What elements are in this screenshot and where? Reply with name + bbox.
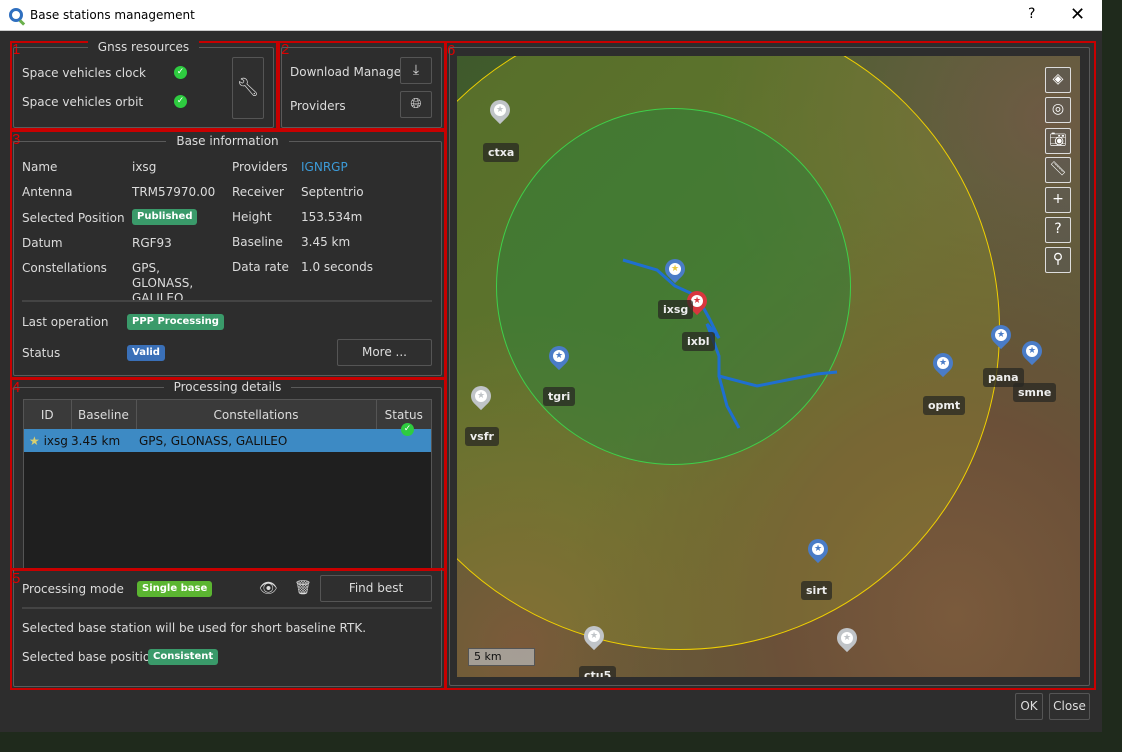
group-title: Gnss resources <box>87 40 200 54</box>
help-icon[interactable]: ? <box>1045 217 1071 243</box>
selected-position-label: Selected Position <box>22 211 125 225</box>
mode-note: Selected base station will be used for s… <box>22 621 367 635</box>
datum-label: Datum <box>22 236 63 250</box>
row-baseline: 3.45 km <box>71 433 121 448</box>
wrench-icon: 🔧︎ <box>236 77 260 98</box>
data-rate-label: Data rate <box>232 260 289 274</box>
processing-table: ID Baseline Constellations Status ★ ixsg… <box>23 399 432 569</box>
eye-icon[interactable]: 👁︎ <box>259 579 278 597</box>
locate-icon[interactable]: ◎ <box>1045 97 1071 123</box>
divider <box>22 300 432 302</box>
status-label: Status <box>22 346 61 360</box>
station-label[interactable]: ixbl <box>682 332 715 351</box>
column-header-baseline[interactable]: Baseline <box>71 400 137 429</box>
station-label[interactable]: tgri <box>543 387 576 406</box>
close-button[interactable]: Close <box>1049 693 1090 720</box>
receiver-value: Septentrio <box>301 185 364 199</box>
base-position-label: Selected base position: <box>22 650 162 664</box>
last-operation-label: Last operation <box>22 315 109 329</box>
providers-link[interactable]: IGNRGP <box>301 160 348 174</box>
dialog-window: Base stations management ? ✕ 1 Gnss reso… <box>0 0 1102 732</box>
window-title: Base stations management <box>30 8 195 22</box>
ruler-icon[interactable]: 📏︎ <box>1045 157 1071 183</box>
group-title: Base information <box>166 134 289 148</box>
base-position-badge: Consistent <box>148 649 219 665</box>
download-manager-label: Download Manager <box>290 65 407 79</box>
wrench-button[interactable]: 🔧︎ <box>232 57 264 119</box>
baseline-tracks <box>622 258 838 429</box>
check-icon: ✓ <box>401 423 414 436</box>
close-window-button[interactable]: ✕ <box>1070 4 1085 25</box>
antenna-value: TRM57970.00 <box>132 185 216 199</box>
station-label[interactable]: smne <box>1013 383 1057 402</box>
height-label: Height <box>232 210 272 224</box>
processing-mode-label: Processing mode <box>22 582 124 596</box>
check-icon: ✓ <box>174 95 187 108</box>
receiver-label: Receiver <box>232 185 284 199</box>
selected-position-badge: Published <box>132 209 198 225</box>
star-icon[interactable]: ★ <box>29 434 40 448</box>
station-label[interactable]: ctu5 <box>579 666 617 677</box>
globe-icon: 🌐︎ <box>410 96 422 112</box>
orbit-label: Space vehicles orbit <box>22 95 144 109</box>
download-manager-button[interactable]: ⤓ <box>400 57 432 84</box>
station-label[interactable]: opmt <box>923 396 966 415</box>
group-title: Processing details <box>163 380 292 394</box>
providers-button[interactable]: 🌐︎ <box>400 91 432 118</box>
title-bar: Base stations management ? ✕ <box>0 0 1102 31</box>
section-number: 5 <box>12 570 21 587</box>
station-label[interactable]: ctxa <box>483 143 520 162</box>
camera-icon[interactable]: 📷︎ <box>1045 128 1071 154</box>
name-label: Name <box>22 160 58 174</box>
providers-label: Providers <box>290 99 346 113</box>
row-constellations: GPS, GLONASS, GALILEO <box>139 433 288 448</box>
help-button[interactable]: ? <box>1028 6 1035 22</box>
constellations-label: Constellations <box>22 261 107 275</box>
height-value: 153.534m <box>301 210 363 224</box>
plus-icon[interactable]: + <box>1045 187 1071 213</box>
baseline-label: Baseline <box>232 235 283 249</box>
table-row[interactable]: ★ ixsg 3.45 km GPS, GLONASS, GALILEO ✓ <box>24 423 431 452</box>
row-id: ixsg <box>43 433 68 448</box>
layers-icon[interactable]: ◈ <box>1045 67 1071 93</box>
name-value: ixsg <box>132 160 157 174</box>
antenna-label: Antenna <box>22 185 73 199</box>
map-view[interactable]: ★ ctxa ★ ★ ixsg ixbl ★ tgri ★ vsfr ★ opm… <box>457 56 1080 677</box>
column-header-constellations[interactable]: Constellations <box>136 400 377 429</box>
station-label[interactable]: sirt <box>801 581 833 600</box>
status-badge: Valid <box>127 345 165 361</box>
scale-bar: 5 km <box>468 648 535 666</box>
ok-button[interactable]: OK <box>1015 693 1043 720</box>
column-header-id[interactable]: ID <box>24 400 72 429</box>
station-label[interactable]: vsfr <box>465 427 499 446</box>
divider <box>22 607 432 609</box>
processing-mode-badge: Single base <box>137 581 213 597</box>
station-label[interactable]: ixsg <box>658 300 694 319</box>
check-icon: ✓ <box>174 66 187 79</box>
app-logo-icon <box>9 8 23 22</box>
trash-icon[interactable]: 🗑︎ <box>294 580 312 596</box>
search-icon[interactable]: ⚲ <box>1045 247 1071 273</box>
last-operation-badge: PPP Processing <box>127 314 224 330</box>
baseline-value: 3.45 km <box>301 235 351 249</box>
providers-label: Providers <box>232 160 288 174</box>
find-best-button[interactable]: Find best <box>320 575 432 602</box>
datum-value: RGF93 <box>132 236 172 250</box>
download-icon: ⤓ <box>412 62 420 78</box>
clock-label: Space vehicles clock <box>22 66 147 80</box>
data-rate-value: 1.0 seconds <box>301 260 373 274</box>
more-button[interactable]: More ... <box>337 339 432 366</box>
